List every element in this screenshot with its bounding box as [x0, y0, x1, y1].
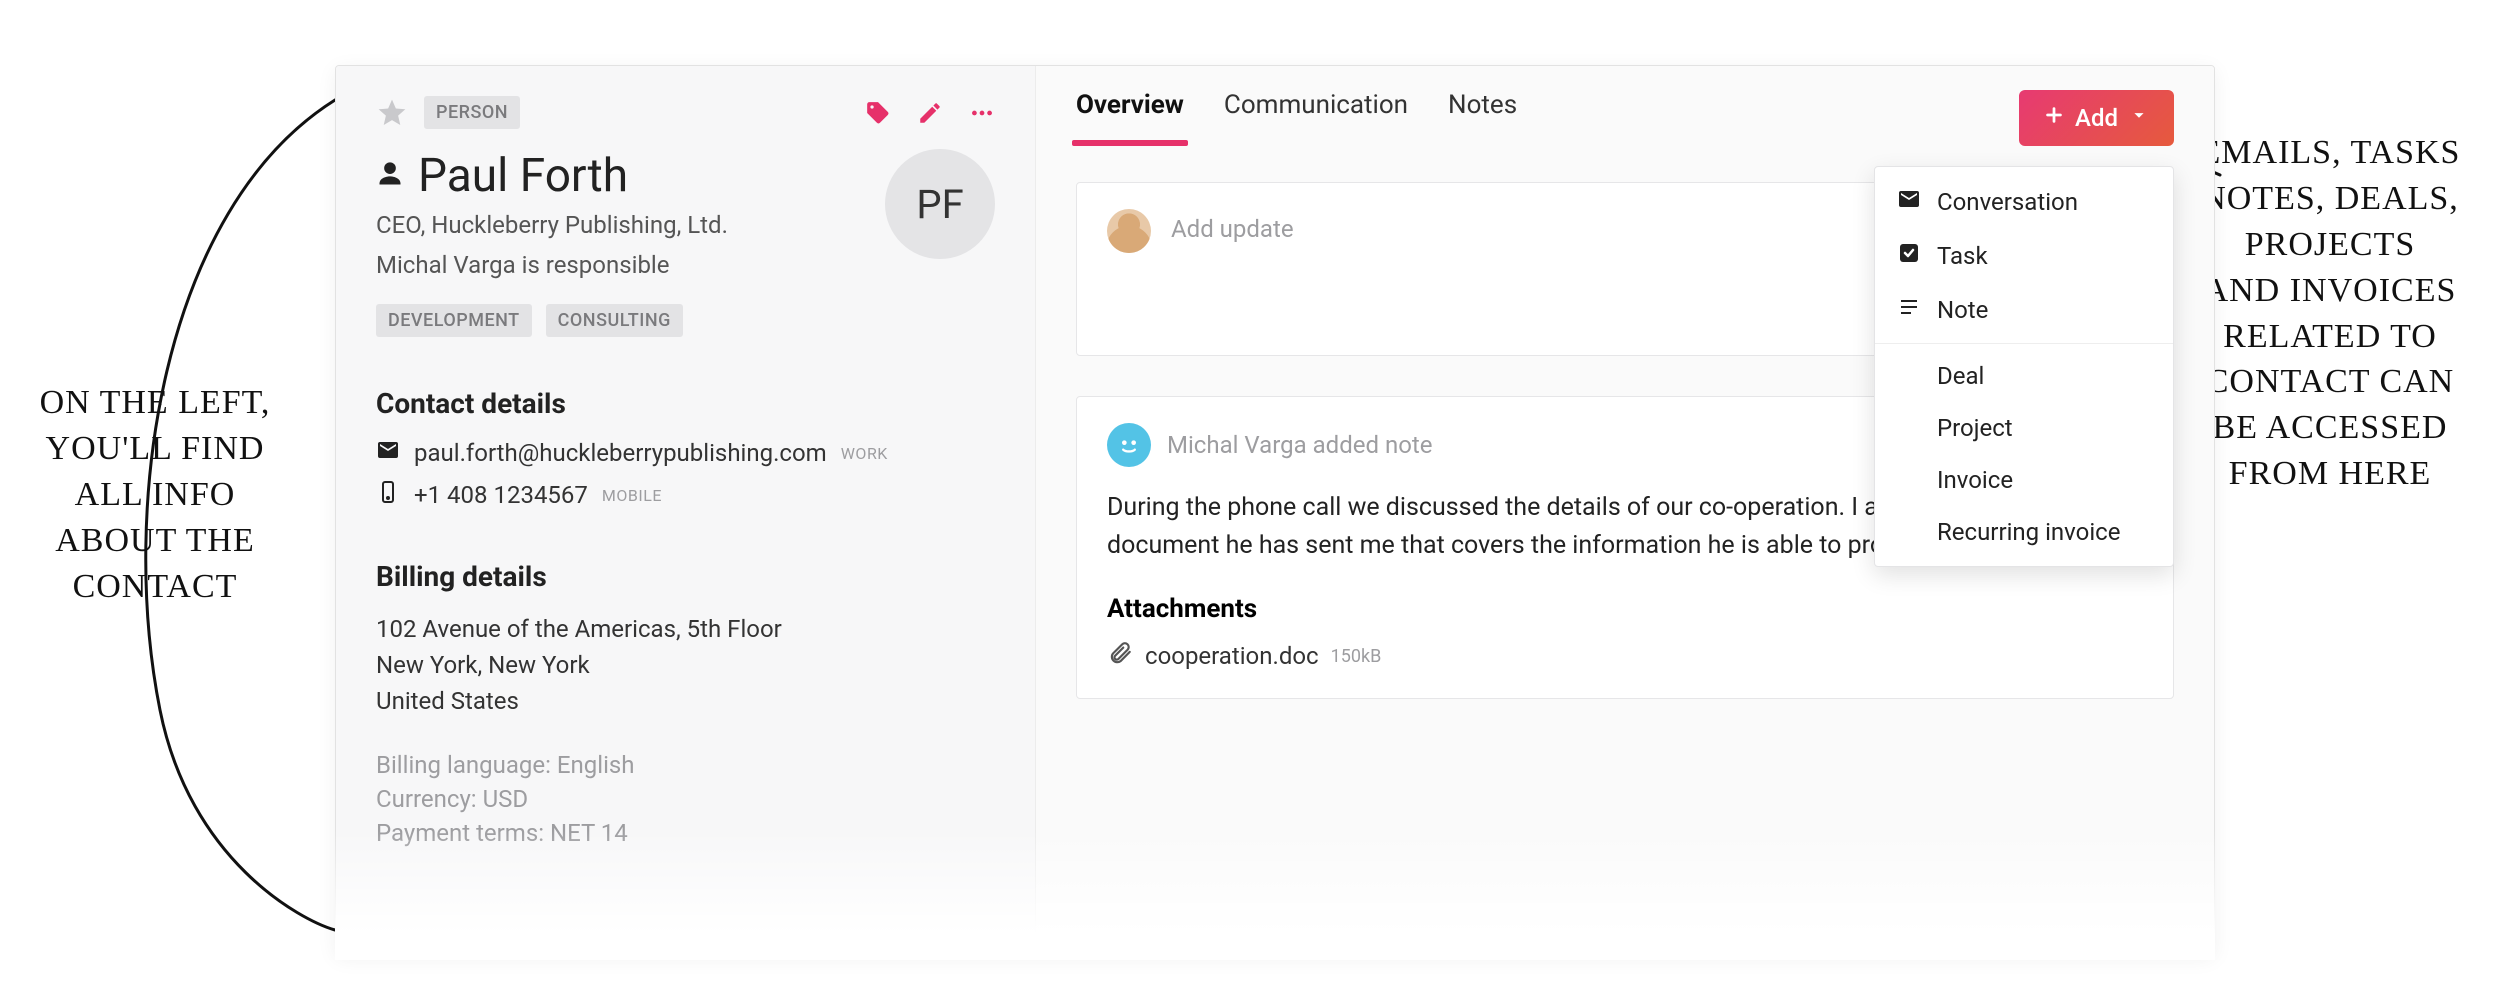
edit-icon[interactable]: [917, 100, 943, 126]
attachment-filesize: 150kB: [1331, 646, 1382, 667]
dropdown-label: Project: [1937, 414, 2013, 442]
annotation-right: EMAILS, TASKS NOTES, DEALS, PROJECTS AND…: [2190, 130, 2470, 497]
dropdown-item-deal[interactable]: Deal: [1875, 350, 2173, 402]
contact-card: PERSON Paul Forth: [335, 65, 2215, 955]
dropdown-item-task[interactable]: Task: [1875, 229, 2173, 283]
person-icon: [376, 160, 404, 192]
note-icon: [1897, 295, 1921, 325]
add-dropdown: Conversation Task Note Deal Project: [1874, 166, 2174, 567]
tab-notes[interactable]: Notes: [1448, 90, 1517, 144]
email-icon: [376, 438, 400, 468]
contact-type-badge: PERSON: [424, 96, 520, 129]
billing-currency: Currency: USD: [376, 785, 995, 813]
conversation-icon: [1897, 187, 1921, 217]
billing-address-line: United States: [376, 683, 995, 719]
avatar: PF: [885, 149, 995, 259]
dropdown-label: Task: [1937, 242, 1988, 270]
dropdown-label: Deal: [1937, 362, 1984, 390]
contact-name: Paul Forth: [418, 149, 628, 203]
billing-address-line: New York, New York: [376, 647, 995, 683]
add-button-label: Add: [2075, 104, 2118, 132]
contact-tag[interactable]: DEVELOPMENT: [376, 304, 532, 337]
tab-overview[interactable]: Overview: [1076, 90, 1184, 144]
annotation-left: ON THE LEFT, YOU'LL FIND ALL INFO ABOUT …: [0, 380, 310, 609]
add-button[interactable]: Add: [2019, 90, 2174, 146]
dropdown-item-project[interactable]: Project: [1875, 402, 2173, 454]
contact-email[interactable]: paul.forth@huckleberrypublishing.com: [414, 439, 827, 467]
contact-phone[interactable]: +1 408 1234567: [414, 481, 588, 509]
paperclip-icon: [1107, 640, 1133, 672]
contact-details-title: Contact details: [376, 387, 995, 420]
billing-details-title: Billing details: [376, 560, 995, 593]
phone-type-tag: MOBILE: [602, 486, 662, 505]
chevron-down-icon: [2128, 104, 2150, 132]
contact-left-panel: PERSON Paul Forth: [336, 66, 1036, 954]
dropdown-label: Note: [1937, 296, 1988, 324]
dropdown-label: Recurring invoice: [1937, 518, 2120, 546]
contact-subtitle-owner: Michal Varga is responsible: [376, 249, 869, 283]
plus-icon: [2043, 104, 2065, 132]
tab-communication[interactable]: Communication: [1224, 90, 1408, 144]
dropdown-item-note[interactable]: Note: [1875, 283, 2173, 337]
billing-address-line: 102 Avenue of the Americas, 5th Floor: [376, 611, 995, 647]
dropdown-item-invoice[interactable]: Invoice: [1875, 454, 2173, 506]
billing-payment-terms: Payment terms: NET 14: [376, 819, 995, 847]
attachment-filename[interactable]: cooperation.doc: [1145, 642, 1319, 670]
more-icon[interactable]: [969, 100, 995, 126]
favorite-star-icon[interactable]: [376, 97, 408, 129]
phone-icon: [376, 480, 400, 510]
attachments-title: Attachments: [1107, 594, 2143, 624]
note-author-avatar: [1107, 423, 1151, 467]
contact-subtitle-role: CEO, Huckleberry Publishing, Ltd.: [376, 209, 869, 243]
tag-icon[interactable]: [865, 100, 891, 126]
dropdown-label: Invoice: [1937, 466, 2013, 494]
note-author-line: Michal Varga added note: [1167, 431, 1432, 459]
dropdown-separator: [1875, 343, 2173, 344]
dropdown-label: Conversation: [1937, 188, 2078, 216]
current-user-avatar: [1107, 209, 1151, 253]
contact-right-panel: Overview Communication Notes Add Convers…: [1036, 66, 2214, 954]
billing-language: Billing language: English: [376, 751, 995, 779]
email-type-tag: WORK: [841, 444, 888, 463]
dropdown-item-recurring-invoice[interactable]: Recurring invoice: [1875, 506, 2173, 558]
dropdown-item-conversation[interactable]: Conversation: [1875, 175, 2173, 229]
task-icon: [1897, 241, 1921, 271]
contact-tag[interactable]: CONSULTING: [546, 304, 683, 337]
